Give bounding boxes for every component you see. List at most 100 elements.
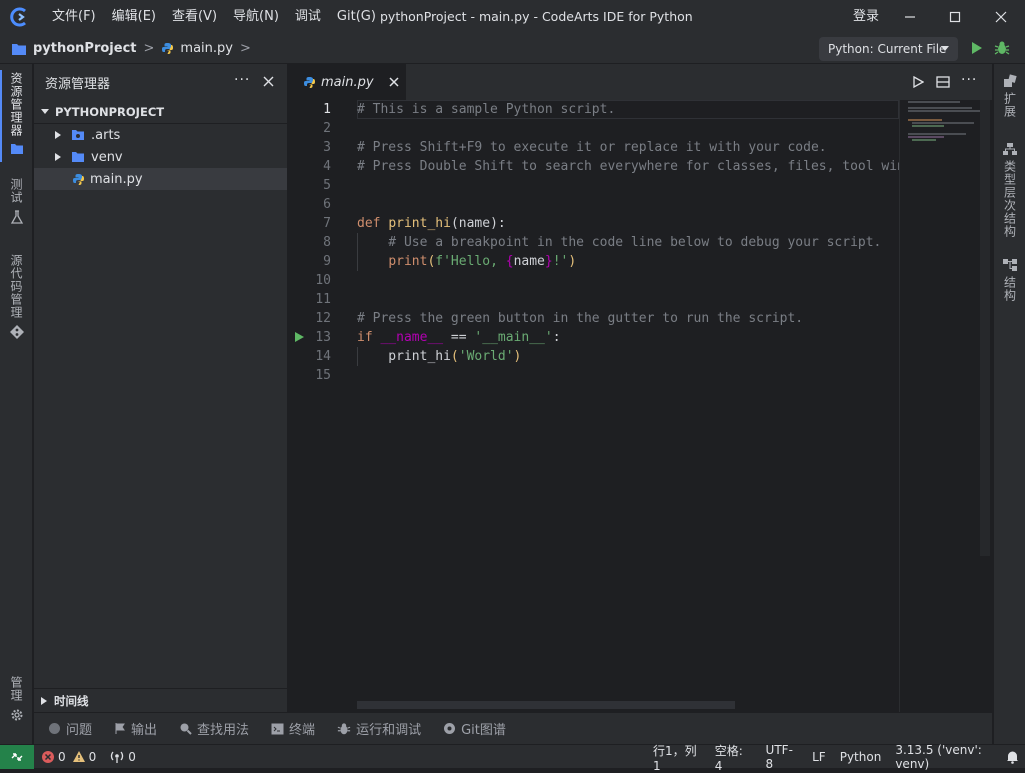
code-token: ) <box>513 349 522 364</box>
maximize-button[interactable] <box>932 0 978 34</box>
code-line[interactable]: 14 print_hi('World') <box>289 347 899 366</box>
ports-indicator[interactable]: 0 <box>110 750 136 764</box>
close-window-button[interactable] <box>978 0 1024 34</box>
remote-indicator[interactable] <box>0 744 34 769</box>
line-number: 1 <box>323 102 331 117</box>
vertical-scrollbar[interactable] <box>980 100 990 556</box>
code-line[interactable]: 13 if __name__ == '__main__': <box>289 328 899 347</box>
line-number: 13 <box>315 330 331 345</box>
activity-source-control[interactable]: 源代码管理 <box>0 254 33 339</box>
code-token: name <box>513 254 545 269</box>
activity-test[interactable]: 测试 <box>0 178 33 224</box>
tree-item-label: main.py <box>90 171 143 187</box>
code-text: # Press Double Shift to search everywher… <box>357 157 899 176</box>
code-token: } <box>544 254 553 269</box>
code-token: !' <box>552 254 569 269</box>
chevron-right-icon <box>55 131 61 139</box>
code-token: 'World' <box>458 349 514 364</box>
tree-item-arts[interactable]: .arts <box>34 124 287 146</box>
menu-view[interactable]: 查看(V) <box>164 0 225 34</box>
line-number: 11 <box>315 292 331 307</box>
code-token: # Press Double Shift to search everywher… <box>357 159 899 174</box>
panel-tab-problems[interactable]: 问题 <box>48 719 92 738</box>
breadcrumb-project[interactable]: pythonProject <box>33 41 137 56</box>
tree-root[interactable]: PYTHONPROJECT <box>34 100 287 124</box>
encoding[interactable]: UTF-8 <box>766 743 799 771</box>
panel-tab-output[interactable]: 输出 <box>114 719 157 738</box>
language-mode[interactable]: Python <box>840 750 882 764</box>
code-line[interactable]: 12 # Press the green button in the gutter… <box>289 309 899 328</box>
code-editor[interactable]: 1 # This is a sample Python script. 2 3 # Pr… <box>289 100 899 712</box>
run-file-icon[interactable] <box>912 76 924 88</box>
code-line[interactable]: 2 <box>289 119 899 138</box>
login-button[interactable]: 登录 <box>853 0 879 34</box>
code-token: __name__ <box>380 330 444 345</box>
horizontal-scrollbar[interactable] <box>357 701 735 709</box>
panel-tab-terminal[interactable]: 终端 <box>271 719 315 738</box>
debug-icon[interactable] <box>994 40 1010 56</box>
tab-main-py[interactable]: main.py <box>289 64 406 100</box>
panel-tab-label: Git图谱 <box>461 723 506 738</box>
close-icon[interactable] <box>263 76 274 87</box>
timeline-label: 时间线 <box>54 693 89 708</box>
panel-tab-git-graph[interactable]: Git图谱 <box>443 719 506 738</box>
chevron-down-icon <box>41 108 49 114</box>
tree-root-label: PYTHONPROJECT <box>55 104 165 119</box>
panel-tab-label: 查找用法 <box>197 723 250 738</box>
git-graph-icon <box>444 723 456 734</box>
more-actions-icon[interactable]: ··· <box>961 72 977 88</box>
menu-edit[interactable]: 编辑(E) <box>104 0 164 34</box>
menu-file[interactable]: 文件(F) <box>44 0 104 34</box>
chevron-right-icon <box>55 153 61 161</box>
code-text: # Use a breakpoint in the code line belo… <box>357 233 881 252</box>
code-line[interactable]: 6 <box>289 195 899 214</box>
run-icon[interactable] <box>970 41 984 55</box>
activity-manage-label: 管理 <box>9 676 23 702</box>
code-line[interactable]: 7 def print_hi(name): <box>289 214 899 233</box>
code-line[interactable]: 10 <box>289 271 899 290</box>
activity-manage[interactable]: 管理 <box>0 676 33 722</box>
tree-item-venv[interactable]: venv <box>34 146 287 168</box>
panel-tab-find-usages[interactable]: 查找用法 <box>179 719 249 738</box>
code-line[interactable]: 5 <box>289 176 899 195</box>
chevron-right-icon: > <box>143 41 155 56</box>
run-configuration-dropdown[interactable]: Python: Current File <box>819 37 958 61</box>
code-line[interactable]: 1 # This is a sample Python script. <box>289 100 899 119</box>
activity-type-hierarchy[interactable]: 类型层次结构 <box>994 142 1025 238</box>
antenna-icon <box>111 751 124 763</box>
info-icon <box>49 723 60 734</box>
code-token: if <box>357 330 381 345</box>
activity-type-hierarchy-label: 类型层次结构 <box>1002 160 1017 238</box>
line-number: 5 <box>323 178 331 193</box>
code-line[interactable]: 8 # Use a breakpoint in the code line be… <box>289 233 899 252</box>
minimize-button[interactable] <box>887 0 933 34</box>
menu-git[interactable]: Git(G) <box>329 0 384 34</box>
problems-indicator[interactable]: 0 0 <box>41 750 96 764</box>
menu-navigate[interactable]: 导航(N) <box>225 0 287 34</box>
timeline-section[interactable]: 时间线 <box>34 688 287 712</box>
breadcrumb-file[interactable]: main.py <box>180 41 233 56</box>
code-line[interactable]: 11 <box>289 290 899 309</box>
code-line[interactable]: 3 # Press Shift+F9 to execute it or repla… <box>289 138 899 157</box>
close-tab-icon[interactable] <box>389 77 399 87</box>
remote-icon <box>11 752 23 761</box>
activity-extensions[interactable]: 扩展 <box>994 74 1025 118</box>
panel-tab-run-debug[interactable]: 运行和调试 <box>337 719 421 738</box>
code-text: def print_hi(name): <box>357 214 506 233</box>
minimap[interactable] <box>899 100 990 712</box>
code-line[interactable]: 15 <box>289 366 899 385</box>
end-of-line[interactable]: LF <box>812 750 826 764</box>
activity-explorer[interactable]: 资源管理器 <box>0 72 33 155</box>
code-token: print_hi <box>357 349 451 364</box>
left-activity-bar: 资源管理器 测试 源代码管理 管理 <box>0 64 33 744</box>
menu-debug[interactable]: 调试 <box>287 0 329 34</box>
code-line[interactable]: 4 # Press Double Shift to search everywhe… <box>289 157 899 176</box>
more-actions-icon[interactable]: ··· <box>234 72 250 88</box>
activity-structure[interactable]: 结构 <box>994 258 1025 302</box>
notifications-icon[interactable] <box>1006 750 1019 764</box>
code-line[interactable]: 9 print(f'Hello, {name}!') <box>289 252 899 271</box>
python-interpreter[interactable]: 3.13.5 ('venv': venv) <box>895 743 1011 771</box>
tree-item-main-py[interactable]: main.py <box>34 168 287 190</box>
split-editor-icon[interactable] <box>936 76 950 88</box>
code-token: ( <box>450 349 459 364</box>
